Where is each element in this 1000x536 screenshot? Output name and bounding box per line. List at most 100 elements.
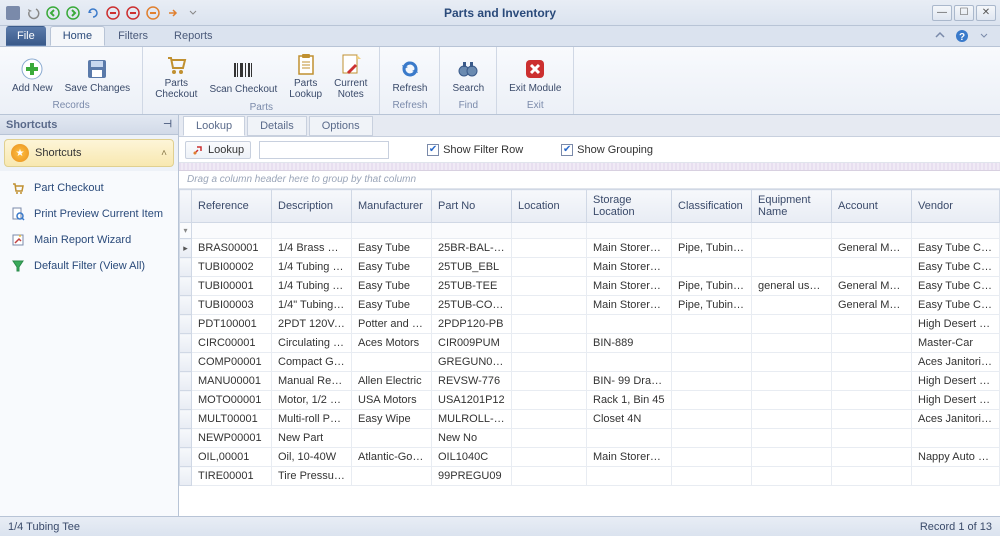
table-cell[interactable]: USA Motors: [352, 391, 432, 410]
table-cell[interactable]: Oil, 10-40W: [272, 448, 352, 467]
column-header[interactable]: Classification: [672, 190, 752, 223]
table-cell[interactable]: [672, 315, 752, 334]
sidebar-item-part-checkout[interactable]: Part Checkout: [0, 175, 178, 201]
table-row[interactable]: MANU00001Manual Reversin...Allen Electri…: [180, 372, 1000, 391]
table-cell[interactable]: 25TUB-COUP-116: [432, 296, 512, 315]
table-row[interactable]: COMP00001Compact Grease...GREGUN0456Aces…: [180, 353, 1000, 372]
menu-tab-home[interactable]: Home: [50, 26, 105, 46]
table-cell[interactable]: BIN- 99 Drawer 4: [587, 372, 672, 391]
table-cell[interactable]: 1/4" Tubing Cou...: [272, 296, 352, 315]
filter-indicator[interactable]: ▾: [180, 223, 192, 239]
exit-module-button[interactable]: Exit Module: [503, 49, 567, 100]
column-header[interactable]: Part No: [432, 190, 512, 223]
table-cell[interactable]: [672, 258, 752, 277]
table-row[interactable]: CIRC00001Circulating PumpAces MotorsCIR0…: [180, 334, 1000, 353]
filter-cell[interactable]: [432, 223, 512, 239]
table-cell[interactable]: Manual Reversin...: [272, 372, 352, 391]
table-cell[interactable]: NEWP00001: [192, 429, 272, 448]
table-cell[interactable]: [352, 467, 432, 486]
current-notes-button[interactable]: CurrentNotes: [328, 49, 373, 102]
table-row[interactable]: OIL,00001Oil, 10-40WAtlantic-GoodfieldOI…: [180, 448, 1000, 467]
collapse-ribbon-icon[interactable]: [932, 28, 948, 44]
table-cell[interactable]: Multi-roll Paper ...: [272, 410, 352, 429]
table-cell[interactable]: [752, 258, 832, 277]
table-cell[interactable]: [512, 448, 587, 467]
table-cell[interactable]: [752, 429, 832, 448]
table-cell[interactable]: MULT00001: [192, 410, 272, 429]
filter-cell[interactable]: [512, 223, 587, 239]
table-cell[interactable]: [832, 353, 912, 372]
table-cell[interactable]: Nappy Auto Parts: [912, 448, 1000, 467]
table-cell[interactable]: 1/4 Tubing Tee: [272, 277, 352, 296]
table-cell[interactable]: [587, 315, 672, 334]
table-cell[interactable]: TUBI00002: [192, 258, 272, 277]
table-cell[interactable]: Main Storeroom: [587, 258, 672, 277]
qat-arrow-icon[interactable]: [164, 4, 182, 22]
table-cell[interactable]: 99PREGU09: [432, 467, 512, 486]
table-cell[interactable]: [672, 448, 752, 467]
table-cell[interactable]: [512, 296, 587, 315]
tab-options[interactable]: Options: [309, 116, 373, 136]
table-cell[interactable]: [512, 258, 587, 277]
table-cell[interactable]: [672, 429, 752, 448]
table-cell[interactable]: 25BR-BAL-VAL01: [432, 239, 512, 258]
table-row[interactable]: MOTO00001Motor, 1/2 HP, S...USA MotorsUS…: [180, 391, 1000, 410]
filter-cell[interactable]: [587, 223, 672, 239]
column-header[interactable]: Manufacturer: [352, 190, 432, 223]
table-cell[interactable]: Easy Tube: [352, 277, 432, 296]
tab-details[interactable]: Details: [247, 116, 307, 136]
table-cell[interactable]: General Mainten...: [832, 239, 912, 258]
table-cell[interactable]: MOTO00001: [192, 391, 272, 410]
column-header[interactable]: Vendor: [912, 190, 1000, 223]
table-row[interactable]: ▸BRAS000011/4 Brass Ball Va...Easy Tube2…: [180, 239, 1000, 258]
table-cell[interactable]: [832, 448, 912, 467]
table-cell[interactable]: Easy Tube Comp...: [912, 239, 1000, 258]
table-cell[interactable]: GREGUN0456: [432, 353, 512, 372]
maximize-button[interactable]: ☐: [954, 5, 974, 21]
data-grid[interactable]: ReferenceDescriptionManufacturerPart NoL…: [179, 189, 1000, 516]
table-cell[interactable]: REVSW-776: [432, 372, 512, 391]
filter-cell[interactable]: [352, 223, 432, 239]
table-cell[interactable]: [752, 353, 832, 372]
table-cell[interactable]: Pipe, Tubing and...: [672, 277, 752, 296]
table-row[interactable]: TUBI000011/4 Tubing TeeEasy Tube25TUB-TE…: [180, 277, 1000, 296]
qat-stop-icon[interactable]: [104, 4, 122, 22]
table-cell[interactable]: [587, 353, 672, 372]
table-cell[interactable]: Motor, 1/2 HP, S...: [272, 391, 352, 410]
table-cell[interactable]: CIRC00001: [192, 334, 272, 353]
sidebar-item-main-report-wizard[interactable]: Main Report Wizard: [0, 227, 178, 253]
filter-cell[interactable]: [672, 223, 752, 239]
table-cell[interactable]: OIL1040C: [432, 448, 512, 467]
table-cell[interactable]: BRAS00001: [192, 239, 272, 258]
filter-cell[interactable]: [192, 223, 272, 239]
search-button[interactable]: Search: [446, 49, 490, 100]
table-cell[interactable]: 25TUB_EBL: [432, 258, 512, 277]
qat-refresh-icon[interactable]: [84, 4, 102, 22]
table-cell[interactable]: [752, 410, 832, 429]
tab-lookup[interactable]: Lookup: [183, 116, 245, 136]
table-cell[interactable]: BIN-889: [587, 334, 672, 353]
table-cell[interactable]: [752, 239, 832, 258]
minimize-button[interactable]: ―: [932, 5, 952, 21]
table-row[interactable]: TUBI000021/4 Tubing 90 d...Easy Tube25TU…: [180, 258, 1000, 277]
sidebar-item-default-filter[interactable]: Default Filter (View All): [0, 253, 178, 279]
table-cell[interactable]: [672, 334, 752, 353]
table-cell[interactable]: USA1201P12: [432, 391, 512, 410]
table-cell[interactable]: general usage: [752, 277, 832, 296]
splitter-grip[interactable]: [179, 163, 1000, 171]
table-cell[interactable]: MANU00001: [192, 372, 272, 391]
table-cell[interactable]: [752, 467, 832, 486]
filter-cell[interactable]: [272, 223, 352, 239]
table-cell[interactable]: Main Storeroom: [587, 239, 672, 258]
table-cell[interactable]: Main Storeroom: [587, 277, 672, 296]
table-cell[interactable]: Pipe, Tubing and...: [672, 296, 752, 315]
filter-cell[interactable]: [912, 223, 1000, 239]
table-cell[interactable]: CIR009PUM: [432, 334, 512, 353]
table-cell[interactable]: Potter and Bloo...: [352, 315, 432, 334]
show-grouping-checkbox[interactable]: ✔ Show Grouping: [561, 144, 653, 156]
table-cell[interactable]: New Part: [272, 429, 352, 448]
table-cell[interactable]: [672, 353, 752, 372]
table-cell[interactable]: [672, 372, 752, 391]
table-cell[interactable]: [512, 429, 587, 448]
table-cell[interactable]: New No: [432, 429, 512, 448]
